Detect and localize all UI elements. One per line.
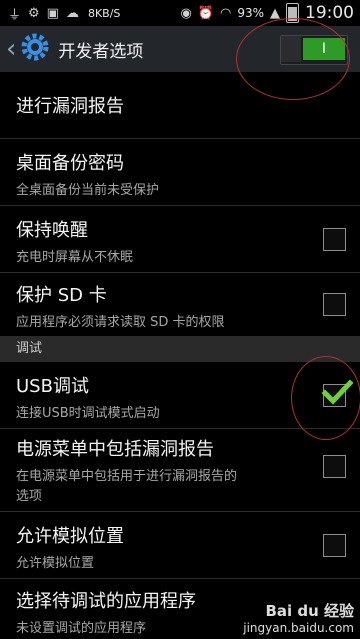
page-title: 开发者选项	[58, 41, 144, 62]
back-icon[interactable]: ‹	[6, 36, 16, 62]
item-title: 保护 SD 卡	[16, 285, 107, 306]
item-title: 电源菜单中包括漏洞报告	[16, 439, 214, 460]
list-item-bug-report[interactable]: 进行漏洞报告	[0, 72, 360, 139]
settings-gear-icon[interactable]	[20, 32, 50, 66]
watermark-logo: Bai du 经验	[265, 602, 354, 620]
android-debug-icon: ⚙	[28, 5, 40, 21]
wifi-icon: ◠	[219, 5, 232, 21]
status-bar: ⏚ ⚙ ▣ ☁ 8KB/S ◉ ⏰ ◠ 93% ▲ 19:00	[0, 0, 360, 26]
power-menu-bug-report-checkbox[interactable]	[323, 455, 346, 478]
item-subtitle: 应用程序必须请求读取 SD 卡的权限	[16, 315, 225, 330]
item-subtitle: 充电时屏幕从不休眠	[16, 250, 134, 265]
mock-location-checkbox[interactable]	[323, 534, 346, 557]
eye-icon: ◉	[180, 5, 192, 21]
list-item-mock-location[interactable]: 允许模拟位置 允许模拟位置	[0, 512, 360, 579]
item-subtitle: 未设置调试的应用程序	[16, 621, 147, 636]
toggle-on-label: I	[303, 38, 345, 60]
cloud-icon: ☁	[65, 5, 79, 21]
list-item-power-menu-bug-report[interactable]: 电源菜单中包括漏洞报告 在电源菜单中包括用于进行漏洞报告的 选项	[0, 429, 360, 512]
watermark-url: jingyan.baidu.com	[243, 621, 354, 635]
item-title: 保持唤醒	[16, 220, 88, 241]
section-header-debug: 调试	[0, 336, 360, 362]
list-item-backup-password[interactable]: 桌面备份密码 全桌面备份当前未受保护	[0, 139, 360, 206]
battery-icon	[286, 3, 299, 23]
list-item-usb-debugging[interactable]: USB调试 连接USB时调试模式启动	[0, 362, 360, 429]
item-title: 进行漏洞报告	[16, 96, 124, 117]
baidu-watermark: Bai du 经验 jingyan.baidu.com	[243, 600, 354, 635]
list-item-stay-awake[interactable]: 保持唤醒 充电时屏幕从不休眠	[0, 206, 360, 273]
item-subtitle-line1: 在电源菜单中包括用于进行漏洞报告的	[16, 469, 238, 484]
image-icon: ▣	[46, 5, 59, 21]
item-subtitle-line2: 选项	[16, 489, 43, 504]
item-title: USB调试	[16, 376, 89, 397]
clock: 19:00	[305, 3, 354, 23]
protect-sd-checkbox[interactable]	[323, 293, 346, 316]
item-subtitle: 连接USB时调试模式启动	[16, 406, 160, 421]
debug-list: USB调试 连接USB时调试模式启动 电源菜单中包括漏洞报告 在电源菜单中包括用…	[0, 362, 360, 639]
stay-awake-checkbox[interactable]	[323, 228, 346, 251]
item-subtitle: 允许模拟位置	[16, 556, 95, 571]
alarm-icon: ⏰	[197, 5, 214, 21]
item-title: 允许模拟位置	[16, 526, 124, 547]
signal-icon: ▲	[270, 5, 280, 21]
item-subtitle: 全桌面备份当前未受保护	[16, 183, 160, 198]
network-speed: 8KB/S	[87, 6, 121, 20]
toggle-off-area	[281, 36, 301, 62]
usb-icon: ⏚	[8, 7, 22, 23]
action-bar: ‹ 开发者选项 I	[0, 26, 360, 72]
item-title: 桌面备份密码	[16, 153, 124, 174]
item-title: 选择待调试的应用程序	[16, 591, 196, 612]
checkmark-icon	[321, 379, 353, 405]
battery-percent: 93%	[237, 6, 264, 20]
settings-list: 进行漏洞报告 桌面备份密码 全桌面备份当前未受保护 保持唤醒 充电时屏幕从不休眠…	[0, 72, 360, 338]
usb-debugging-checkbox[interactable]	[321, 379, 353, 407]
developer-options-toggle[interactable]: I	[280, 35, 348, 65]
list-item-protect-sd[interactable]: 保护 SD 卡 应用程序必须请求读取 SD 卡的权限	[0, 273, 360, 338]
